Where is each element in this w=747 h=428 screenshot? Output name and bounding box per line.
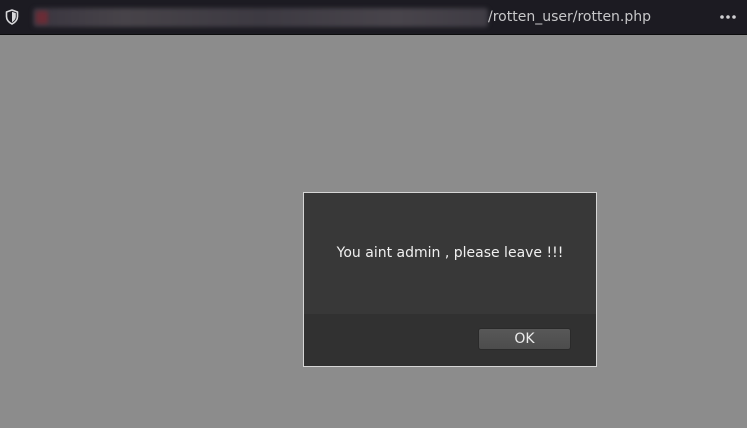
alert-dialog: You aint admin , please leave !!! OK [303, 192, 597, 367]
alert-message: You aint admin , please leave !!! [336, 245, 564, 261]
more-dots-icon[interactable] [717, 7, 739, 27]
alert-dialog-footer: OK [304, 314, 596, 366]
url-path-text[interactable]: /rotten_user/rotten.php [488, 8, 651, 27]
url-redacted-region [33, 8, 488, 27]
alert-dialog-body: You aint admin , please leave !!! [304, 193, 596, 314]
ok-button[interactable]: OK [478, 328, 571, 350]
site-favicon [36, 11, 48, 24]
browser-url-bar[interactable]: /rotten_user/rotten.php [0, 0, 747, 35]
shield-icon[interactable] [5, 9, 19, 25]
